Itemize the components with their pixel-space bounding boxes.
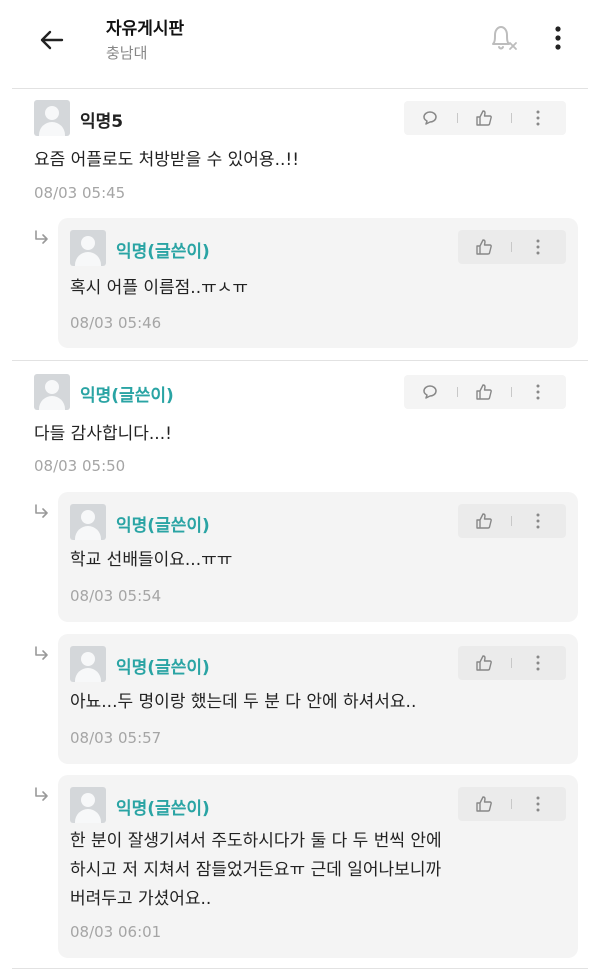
reply-actions — [458, 787, 566, 821]
reply-arrow-icon — [32, 228, 52, 248]
reply-more-button[interactable] — [518, 787, 558, 821]
like-button[interactable] — [464, 101, 504, 135]
comment-nickname: 익명(글쓴이) — [80, 386, 174, 406]
board-title: 자유게시판 — [106, 19, 185, 39]
like-button[interactable] — [464, 646, 504, 680]
thumbs-up-icon — [476, 384, 492, 400]
more-vertical-icon — [536, 239, 540, 255]
like-button[interactable] — [464, 230, 504, 264]
comment-divider — [12, 968, 588, 969]
more-vertical-icon — [536, 655, 540, 671]
reply-item: 익명(글쓴이) 학교 선배들이요...ㅠㅠ 08/03 05:54 — [58, 492, 578, 622]
comment-actions — [404, 101, 566, 135]
thumbs-up-icon — [476, 796, 492, 812]
reply-button[interactable] — [410, 375, 450, 409]
reply-arrow-icon — [32, 502, 52, 522]
more-vertical-icon — [536, 796, 540, 812]
thumbs-up-icon — [476, 513, 492, 529]
reply-nickname: 익명(글쓴이) — [116, 799, 210, 819]
notification-toggle-button[interactable] — [484, 18, 520, 58]
reply-more-button[interactable] — [518, 230, 558, 264]
reply-arrow-icon — [32, 644, 52, 664]
comment-more-button[interactable] — [518, 375, 558, 409]
app-header: 자유게시판 충남대 — [0, 0, 600, 88]
like-button[interactable] — [464, 787, 504, 821]
reply-more-button[interactable] — [518, 646, 558, 680]
reply-time: 08/03 06:01 — [70, 923, 162, 941]
comment-actions — [404, 375, 566, 409]
reply-item: 익명(글쓴이) 혹시 어플 이름점..ㅠㅅㅠ 08/03 05:46 — [58, 218, 578, 348]
reply-text: 학교 선배들이요...ㅠㅠ — [70, 550, 233, 570]
reply-time: 08/03 05:46 — [70, 314, 162, 332]
reply-time: 08/03 05:57 — [70, 729, 162, 747]
reply-nickname: 익명(글쓴이) — [116, 658, 210, 678]
reply-arrow-icon — [32, 785, 52, 805]
header-divider — [12, 88, 588, 89]
comment-more-button[interactable] — [518, 101, 558, 135]
more-vertical-icon — [536, 384, 540, 400]
reply-actions — [458, 646, 566, 680]
avatar — [34, 374, 70, 410]
reply-time: 08/03 05:54 — [70, 587, 162, 605]
reply-nickname: 익명(글쓴이) — [116, 242, 210, 262]
comment-time: 08/03 05:45 — [34, 184, 126, 202]
school-name: 충남대 — [106, 44, 148, 62]
comment-icon — [423, 111, 437, 125]
avatar — [70, 230, 106, 266]
reply-actions — [458, 504, 566, 538]
thumbs-up-icon — [476, 239, 492, 255]
reply-button[interactable] — [410, 101, 450, 135]
avatar — [70, 504, 106, 540]
avatar — [34, 100, 70, 136]
comment-time: 08/03 05:50 — [34, 457, 126, 475]
comment-nickname: 익명5 — [80, 112, 124, 132]
back-button[interactable] — [34, 22, 70, 58]
reply-item: 익명(글쓴이) 아뇨...두 명이랑 했는데 두 분 다 안에 하셔서요.. 0… — [58, 634, 578, 764]
comment-icon — [423, 385, 437, 399]
comment-divider — [12, 360, 588, 361]
reply-text: 아뇨...두 명이랑 했는데 두 분 다 안에 하셔서요.. — [70, 692, 417, 712]
avatar — [70, 646, 106, 682]
reply-text: 한 분이 잘생기셔서 주도하시다가 둘 다 두 번씩 안에 하시고 저 지쳐서 … — [70, 831, 442, 909]
more-vertical-icon — [555, 26, 561, 50]
comment-text: 요즘 어플로도 처방받을 수 있어용..!! — [34, 150, 300, 170]
reply-nickname: 익명(글쓴이) — [116, 516, 210, 536]
bell-off-icon — [492, 26, 517, 50]
reply-actions — [458, 230, 566, 264]
more-vertical-icon — [536, 110, 540, 126]
like-button[interactable] — [464, 375, 504, 409]
more-vertical-icon — [536, 513, 540, 529]
more-options-button[interactable] — [544, 22, 572, 54]
reply-more-button[interactable] — [518, 504, 558, 538]
thumbs-up-icon — [476, 110, 492, 126]
comment-text: 다들 감사합니다...! — [34, 424, 172, 444]
reply-item: 익명(글쓴이) 한 분이 잘생기셔서 주도하시다가 둘 다 두 번씩 안에 하시… — [58, 775, 578, 958]
reply-text: 혹시 어플 이름점..ㅠㅅㅠ — [70, 278, 249, 298]
avatar — [70, 787, 106, 823]
back-arrow-icon — [40, 30, 64, 50]
like-button[interactable] — [464, 504, 504, 538]
thumbs-up-icon — [476, 655, 492, 671]
